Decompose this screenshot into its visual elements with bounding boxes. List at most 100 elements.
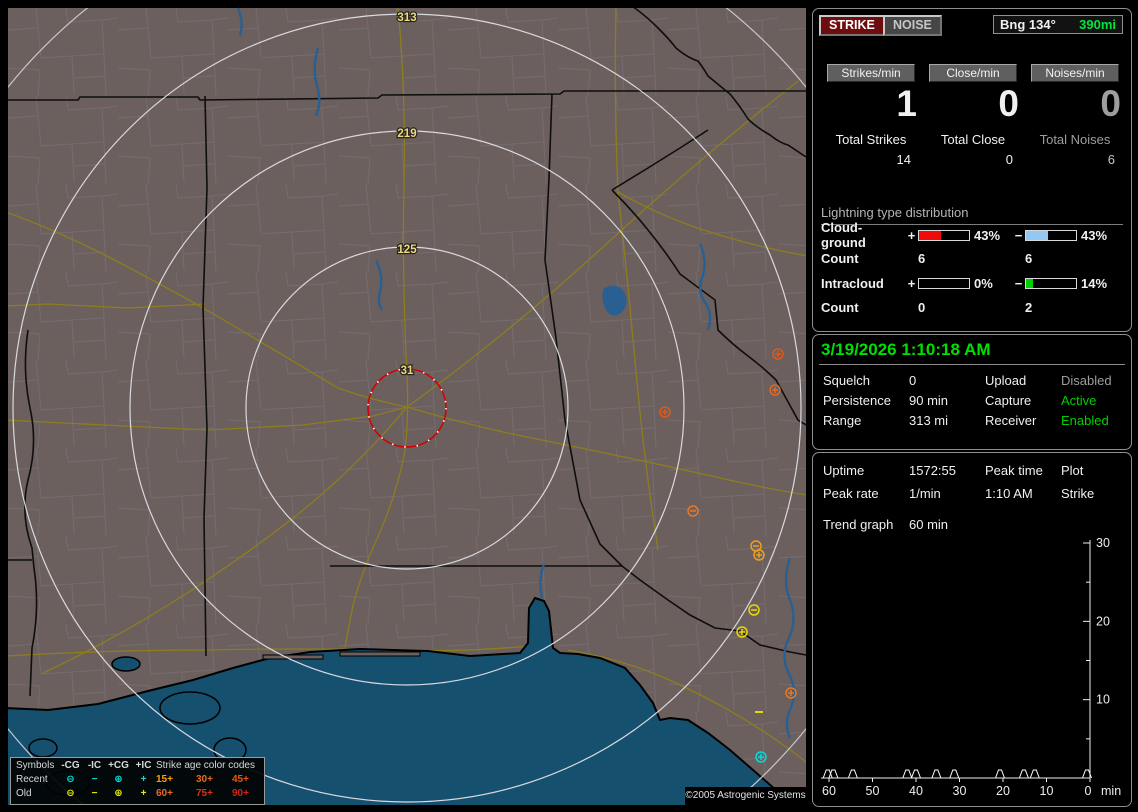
count-label: Count	[821, 251, 859, 266]
bearing-range-value: 390mi	[1079, 17, 1116, 32]
rate-spike	[931, 769, 942, 779]
upload-status: Disabled	[1061, 373, 1112, 388]
noise-mode-button[interactable]: NOISE	[883, 15, 942, 36]
circled-minus-icon: ⊖	[66, 774, 75, 785]
cg-minus-percent: 43%	[1081, 227, 1108, 243]
receiver-status: Enabled	[1061, 413, 1109, 428]
receiver-label: Receiver	[985, 413, 1037, 428]
upload-label: Upload	[985, 373, 1027, 388]
noises-per-min-chip[interactable]: Noises/min	[1031, 64, 1119, 82]
uptime-label: Uptime	[823, 463, 865, 478]
legend-col-cg-neg: -CG	[61, 760, 80, 771]
ic-plus-bar	[918, 277, 970, 289]
ic-minus-count: 2	[1025, 299, 1033, 315]
divider	[819, 364, 1125, 365]
noises-per-min-value: 0	[1100, 83, 1121, 124]
distribution-grid: Cloud-ground + 43% − 43% Count 6 6 Intra…	[821, 220, 1125, 319]
strike-age-code: 15+	[156, 774, 173, 785]
capture-status: Active	[1061, 393, 1097, 408]
cg-plus-count: 6	[918, 251, 926, 266]
bearing-readout: Bng 134° 390mi	[993, 15, 1123, 34]
strike-rate-spikes	[822, 769, 1092, 779]
bearing-value: Bng 134°	[1000, 17, 1056, 32]
strike-age-code: 90+	[232, 788, 249, 799]
rate-spike	[949, 769, 960, 779]
axis-labels: 30 20 10 60 50 40 30 20 10 0 min	[822, 536, 1121, 798]
app-window: 313 219 125 31 Symbols -CG -IC +CG +IC S…	[0, 0, 1138, 812]
plus-sign: +	[907, 275, 916, 291]
count-label: Count	[821, 299, 859, 315]
legend-symbols-label: Symbols	[16, 760, 55, 771]
peak-time-label: Peak time	[985, 463, 1043, 478]
x-tick-label: 40	[909, 784, 923, 798]
x-tick-label: 60	[822, 784, 836, 798]
ic-plus-percent: 0%	[974, 275, 993, 291]
x-tick-label: 10	[1040, 784, 1054, 798]
strike-age-code: 75+	[196, 788, 213, 799]
x-tick-label: 50	[866, 784, 880, 798]
plus-icon: +	[140, 788, 147, 799]
ic-plus-count: 0	[918, 299, 926, 315]
circled-plus-icon: ⊕	[114, 774, 123, 785]
rate-spike	[911, 769, 921, 779]
legend-age-title: Strike age color codes	[156, 760, 255, 771]
plus-sign: +	[907, 227, 916, 243]
ic-minus-percent: 14%	[1081, 275, 1108, 291]
legend-col-ic-neg: -IC	[87, 760, 102, 771]
status-panel: 3/19/2026 1:10:18 AM Squelch 0 Upload Di…	[812, 334, 1132, 450]
legend-old-label: Old	[16, 788, 32, 799]
strike-age-code: 60+	[156, 788, 173, 799]
ring-label-219: 219	[397, 128, 416, 140]
trend-graph: 30 20 10 60 50 40 30 20 10 0 min	[821, 536, 1121, 798]
y-tick-label: 10	[1096, 693, 1110, 707]
range-label: Range	[823, 413, 862, 428]
rate-spike	[1018, 769, 1029, 779]
plus-icon: +	[140, 774, 147, 785]
rate-spike	[828, 769, 839, 779]
close-per-min-value: 0	[998, 83, 1019, 124]
intracloud-label: Intracloud	[821, 275, 884, 291]
peak-rate-value: 1/min	[909, 486, 941, 501]
cg-plus-bar	[918, 229, 970, 241]
minus-icon: −	[91, 774, 98, 785]
strikes-per-min-chip[interactable]: Strikes/min	[827, 64, 915, 82]
total-close-value: 0	[1005, 152, 1013, 167]
total-noises-value: 6	[1107, 152, 1115, 167]
uptime-value: 1572:55	[909, 463, 956, 478]
trend-graph-label: Trend graph	[823, 517, 894, 532]
legend-col-cg-pos: +CG	[108, 760, 129, 771]
minus-sign: −	[1014, 227, 1023, 243]
ic-minus-bar	[1025, 277, 1077, 289]
total-strikes-label: Total Strikes	[835, 132, 907, 147]
range-value: 313 mi	[909, 413, 949, 428]
circled-plus-icon: ⊕	[114, 788, 123, 799]
close-per-min-chip[interactable]: Close/min	[929, 64, 1017, 82]
minus-icon: −	[91, 788, 98, 799]
strike-mode-button[interactable]: STRIKE	[819, 15, 885, 36]
map-legend: Symbols -CG -IC +CG +IC Strike age color…	[10, 757, 265, 805]
x-tick-label: 0	[1085, 784, 1092, 798]
circled-minus-icon: ⊖	[66, 788, 75, 799]
strike-age-code: 30+	[196, 774, 213, 785]
copyright-notice: ©2005 Astrogenic Systems	[685, 787, 806, 805]
y-tick-label: 30	[1096, 536, 1110, 550]
strike-counters-panel: STRIKE NOISE Bng 134° 390mi Strikes/min …	[812, 8, 1132, 332]
plot-label: Plot	[1061, 463, 1084, 478]
minus-sign: −	[1014, 275, 1023, 291]
cg-plus-percent: 43%	[974, 227, 1001, 243]
trend-panel: Uptime 1572:55 Peak time Plot Peak rate …	[812, 452, 1132, 807]
legend-recent-label: Recent	[16, 774, 48, 785]
x-tick-label: 30	[953, 784, 967, 798]
squelch-value: 0	[909, 373, 917, 388]
y-tick-label: 20	[1096, 614, 1110, 628]
x-axis-unit: min	[1101, 784, 1121, 798]
datetime-display: 3/19/2026 1:10:18 AM	[821, 340, 991, 359]
persistence-label: Persistence	[823, 393, 891, 408]
plot-mode-value: Strike	[1061, 486, 1095, 501]
axis-ticks	[828, 542, 1091, 782]
strike-map[interactable]: 313 219 125 31 Symbols -CG -IC +CG +IC S…	[8, 8, 806, 805]
trend-window-value: 60 min	[909, 517, 949, 532]
strike-age-code: 45+	[232, 774, 249, 785]
ring-label-125: 125	[397, 244, 417, 256]
strikes-per-min-value: 1	[896, 83, 917, 124]
